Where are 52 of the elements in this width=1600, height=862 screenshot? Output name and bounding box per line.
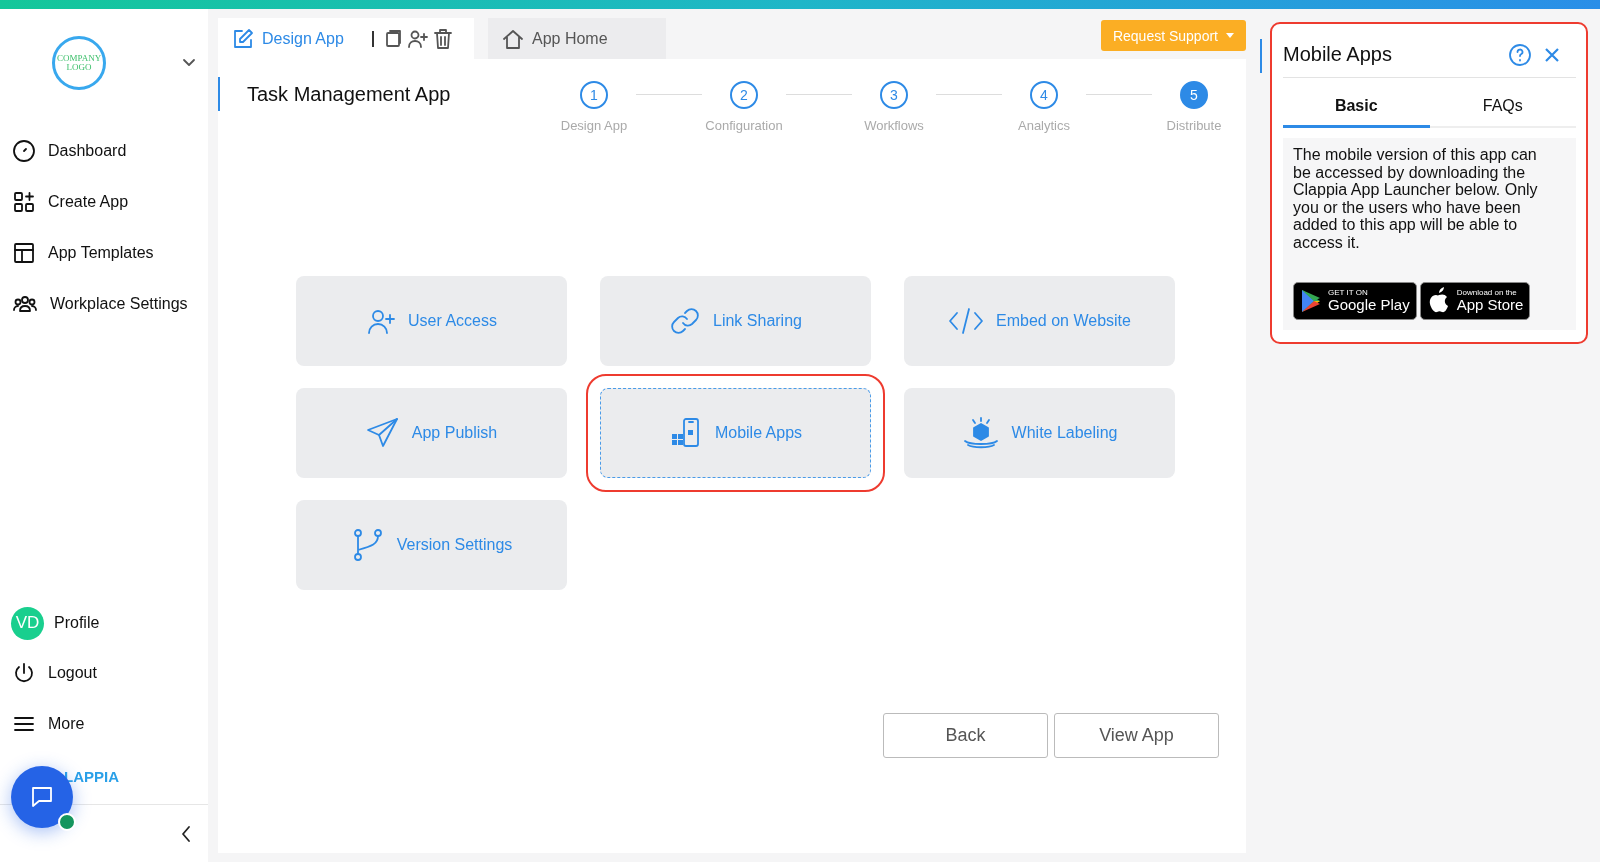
panel-tab[interactable]: FAQs [1429, 86, 1576, 128]
grid-plus-icon [12, 189, 36, 214]
edit-icon [232, 27, 254, 50]
profile-item[interactable]: VD Profile [0, 599, 208, 647]
power-icon [12, 660, 36, 685]
step-number: 5 [1180, 81, 1208, 109]
panel-tab[interactable]: Basic [1283, 86, 1430, 128]
chat-icon [29, 784, 55, 810]
store-badge[interactable]: GET IT ON Google Play [1293, 281, 1417, 320]
step-label: Design App [560, 118, 628, 133]
tab[interactable]: App Home [488, 18, 666, 59]
action-button[interactable]: View App [1054, 713, 1219, 758]
close-icon[interactable] [1544, 46, 1560, 63]
step-number: 4 [1030, 81, 1058, 109]
chevron-down-icon [182, 58, 196, 68]
nav-item[interactable]: App Templates [0, 227, 208, 278]
brand-name: LAPPIA [64, 768, 119, 785]
home-icon [502, 27, 524, 50]
code-icon [948, 306, 985, 336]
user-plus-icon [407, 29, 428, 48]
description-text: The mobile version of this app can be accessed by downloading the Clappia App Launcher below. Only you or the users who have been added to this app will be able to access it. [1293, 146, 1539, 252]
step-label: Workflows [864, 118, 924, 133]
step-label: Configuration [705, 118, 783, 133]
online-dot [58, 813, 76, 831]
nav-item[interactable]: More [0, 698, 208, 749]
play-store-icon [1300, 288, 1322, 313]
trash-icon [433, 28, 452, 49]
nav-item[interactable]: Dashboard [0, 125, 208, 176]
step-number: 1 [580, 81, 608, 109]
copy-icon [383, 29, 402, 48]
help-icon [1508, 42, 1532, 67]
award-box-icon [961, 416, 1000, 450]
company-logo: COMPANY LOGO [52, 36, 106, 90]
step-number: 3 [880, 81, 908, 109]
send-icon [365, 417, 400, 449]
store-badge[interactable]: Download on the App Store [1419, 281, 1531, 320]
nav-item[interactable]: Workplace Settings [0, 278, 208, 329]
layout-icon [12, 240, 36, 265]
chevron-left-icon [180, 824, 192, 843]
link-icon [669, 305, 701, 337]
avatar: VD [11, 606, 44, 640]
panel-title: Mobile Apps [1283, 43, 1393, 66]
step-label: Distribute [1166, 118, 1222, 133]
gauge-icon [12, 138, 36, 163]
step-label: Analytics [1018, 118, 1070, 133]
caret-icon [1226, 33, 1234, 38]
action-button[interactable]: Back [883, 713, 1048, 758]
nav-item[interactable]: Create App [0, 176, 208, 227]
app-title: Task Management App [218, 77, 552, 111]
nav-item[interactable]: Logout [0, 647, 208, 698]
tab[interactable]: Design App [218, 18, 474, 59]
step-number: 2 [730, 81, 758, 109]
